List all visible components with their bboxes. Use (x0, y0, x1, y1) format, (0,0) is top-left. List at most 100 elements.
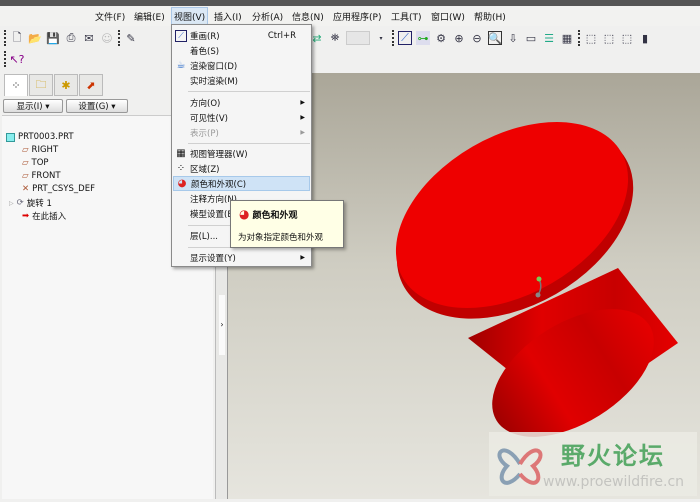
edit-icon[interactable]: ✎ (124, 31, 138, 45)
menu-info[interactable]: 信息(N) (292, 10, 324, 23)
tab-connections[interactable]: ⬈ (79, 74, 103, 96)
chevron-down-icon[interactable]: ▾ (374, 31, 388, 45)
reorient-icon[interactable]: ⇩ (506, 31, 520, 45)
render-teapot-icon: ☕ (176, 60, 186, 71)
submenu-arrow-icon: ▶ (300, 99, 305, 106)
submenu-arrow-icon: ▶ (300, 129, 305, 136)
toolbar-grip[interactable] (4, 30, 6, 46)
context-help-icon[interactable]: ↖? (9, 52, 24, 66)
favorites-icon: ✱ (61, 78, 71, 92)
tab-folder-browser[interactable]: 🗀 (29, 74, 53, 96)
toolbar-grip[interactable] (118, 30, 120, 46)
tree-item[interactable]: ▱ FRONT (22, 171, 61, 181)
watermark: 野火论坛 www.proewildfire.cn (489, 432, 697, 496)
menu-item-repaint[interactable]: ⟋ 重画(R) Ctrl+R (173, 28, 310, 43)
new-file-icon[interactable]: 🗋 (10, 31, 24, 45)
hidden-line-icon[interactable]: ⬚ (602, 31, 616, 45)
menu-applications[interactable]: 应用程序(P) (333, 10, 381, 23)
save-icon[interactable]: 💾 (46, 31, 60, 45)
watermark-name: 野火论坛 (561, 442, 665, 470)
find-icon[interactable]: ⛯ (328, 31, 342, 45)
menu-item-zone[interactable]: ⁘ 区域(Z) (173, 161, 310, 176)
menu-tools[interactable]: 工具(T) (391, 10, 422, 23)
menu-edit[interactable]: 编辑(E) (134, 10, 165, 23)
zone-icon: ⁘ (176, 163, 186, 174)
submenu-arrow-icon: ▶ (300, 254, 305, 261)
zoom-out-icon[interactable]: ⊖ (470, 31, 484, 45)
color-appearance-icon: ◕ (177, 178, 187, 189)
revolve-icon: ⟳ (16, 198, 24, 208)
menu-bar: 文件(F) 编辑(E) 视图(V) 插入(I) 分析(A) 信息(N) 应用程序… (0, 6, 700, 26)
tab-model-tree[interactable]: ⁘ (4, 74, 28, 96)
email-icon[interactable]: ✉ (82, 31, 96, 45)
collapse-panel-button[interactable]: › (219, 295, 225, 355)
menu-item-representation: 表示(P) ▶ (190, 128, 305, 139)
menu-analysis[interactable]: 分析(A) (252, 10, 283, 23)
repaint-icon[interactable]: ⟋ (398, 31, 412, 45)
part-icon (6, 132, 15, 142)
submenu-arrow-icon: ▶ (300, 114, 305, 121)
csys-icon: ✕ (22, 184, 30, 194)
disabled-icon[interactable]: ☺ (100, 31, 114, 45)
toolbar-view: ⇄ ⛯ ▾ ⟋ ⊶ ⚙ ⊕ ⊖ 🔍 ⇩ ▭ ☰ ▦ ⬚ ⬚ ⬚ ▮ (310, 28, 652, 48)
menu-item-display-settings[interactable]: 显示设置(Y) ▶ (173, 250, 310, 265)
menu-item-render-window[interactable]: ☕ 渲染窗口(D) (173, 58, 310, 73)
view-manager-icon[interactable]: ▦ (560, 31, 574, 45)
tree-item[interactable]: ✕ PRT_CSYS_DEF (22, 184, 95, 194)
toolbar-grip[interactable] (392, 30, 394, 46)
expand-icon[interactable]: ▷ (9, 200, 14, 207)
datum-plane-icon: ▱ (22, 158, 29, 168)
folder-icon: 🗀 (35, 77, 47, 91)
view-manager-icon: ▦ (176, 148, 186, 159)
menu-item-color-appearance[interactable]: ◕ 颜色和外观(C) (173, 176, 310, 191)
tooltip: ◕ 颜色和外观 为对象指定颜色和外观 (230, 200, 344, 248)
regenerate-icon[interactable]: ⇄ (310, 31, 324, 45)
menu-file[interactable]: 文件(F) (95, 10, 125, 23)
refit-icon[interactable]: 🔍 (488, 31, 502, 45)
orient-mode-icon[interactable]: ⚙ (434, 31, 448, 45)
toolbar-grip[interactable] (4, 51, 6, 67)
connections-icon: ⬈ (86, 78, 96, 92)
menu-help[interactable]: 帮助(H) (474, 10, 506, 23)
menu-item-shade[interactable]: 着色(S) (173, 43, 310, 58)
watermark-url: www.proewildfire.cn (543, 474, 685, 490)
tooltip-title: 颜色和外观 (252, 210, 298, 221)
menu-item-view-manager[interactable]: ▦ 视图管理器(W) (173, 146, 310, 161)
layers-icon[interactable]: ☰ (542, 31, 556, 45)
open-folder-icon[interactable]: 📂 (28, 31, 42, 45)
menu-item-orientation[interactable]: 方向(O) ▶ (173, 95, 310, 110)
no-hidden-icon[interactable]: ⬚ (620, 31, 634, 45)
insert-here-arrow-icon: ➡ (22, 211, 30, 221)
toolbar-file: 🗋 📂 💾 ⎙ ✉ ☺ ✎ (4, 28, 138, 48)
saved-views-icon[interactable]: ▭ (524, 31, 538, 45)
tree-item-root[interactable]: PRT0003.PRT (6, 132, 74, 142)
toolbar-help: ↖? (4, 49, 25, 69)
menu-separator (188, 91, 310, 92)
tree-item[interactable]: ▱ TOP (22, 158, 49, 168)
wireframe-icon[interactable]: ⬚ (584, 31, 598, 45)
spin-center-icon[interactable]: ⊶ (416, 31, 430, 45)
zoom-in-icon[interactable]: ⊕ (452, 31, 466, 45)
model-tree-icon: ⁘ (11, 79, 21, 92)
settings-dropdown[interactable]: 设置(G) ▾ (66, 99, 128, 113)
menu-insert[interactable]: 插入(I) (214, 10, 242, 23)
watermark-logo (497, 448, 543, 485)
menu-item-realtime-render[interactable]: 实时渲染(M) (173, 73, 310, 88)
repaint-icon: ⟋ (175, 29, 187, 42)
menu-item-visibility[interactable]: 可见性(V) ▶ (173, 110, 310, 125)
selection-filter-dropdown[interactable] (346, 31, 370, 45)
tooltip-description: 为对象指定颜色和外观 (238, 233, 324, 243)
show-dropdown[interactable]: 显示(I) ▾ (3, 99, 63, 113)
shading-icon[interactable]: ▮ (638, 31, 652, 45)
datum-plane-icon: ▱ (22, 171, 29, 181)
menu-window[interactable]: 窗口(W) (431, 10, 465, 23)
tab-favorites[interactable]: ✱ (54, 74, 78, 96)
print-icon[interactable]: ⎙ (64, 31, 78, 45)
tree-item[interactable]: ▷ ⟳ 旋转 1 (9, 197, 52, 209)
toolbar-grip[interactable] (578, 30, 580, 46)
color-appearance-icon: ◕ (239, 207, 250, 221)
tree-item[interactable]: ▱ RIGHT (22, 145, 58, 155)
datum-plane-icon: ▱ (22, 145, 29, 155)
tree-item[interactable]: ➡ 在此插入 (22, 210, 66, 222)
menu-separator (188, 143, 310, 144)
